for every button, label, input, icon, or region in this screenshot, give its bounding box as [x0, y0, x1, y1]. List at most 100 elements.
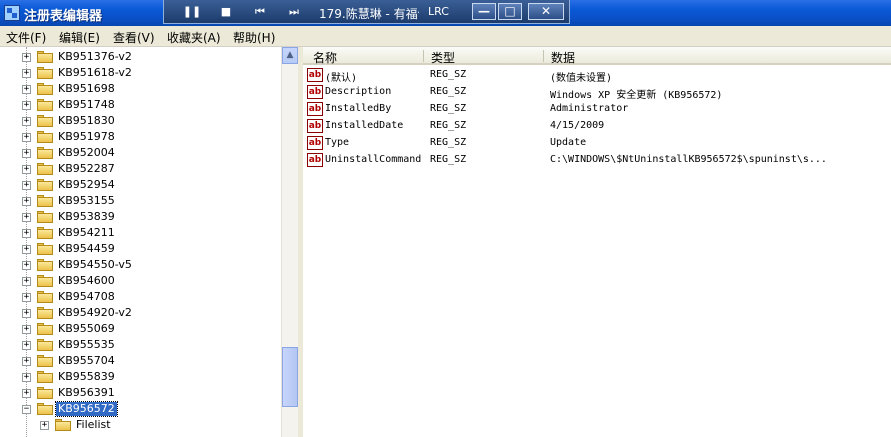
- previous-button[interactable]: ⏮: [248, 3, 272, 20]
- expand-toggle-icon[interactable]: +: [22, 261, 31, 270]
- tree-item-label[interactable]: KB954708: [56, 290, 117, 304]
- tree-item-label[interactable]: KB954211: [56, 226, 117, 240]
- tree-item[interactable]: + KB955069: [0, 321, 281, 337]
- pause-button[interactable]: ❚❚: [180, 3, 204, 20]
- tree-item-label[interactable]: KB953155: [56, 194, 117, 208]
- tree-item[interactable]: + KB953839: [0, 209, 281, 225]
- tree-item[interactable]: − KB956572: [0, 401, 281, 417]
- expand-toggle-icon[interactable]: +: [22, 213, 31, 222]
- tree-item[interactable]: + KB954920-v2: [0, 305, 281, 321]
- tree-item-label[interactable]: KB951376-v2: [56, 50, 134, 64]
- expand-toggle-icon[interactable]: +: [22, 101, 31, 110]
- tree-item[interactable]: + KB952004: [0, 145, 281, 161]
- tree-item[interactable]: + KB951376-v2: [0, 49, 281, 65]
- tree-item[interactable]: + KB951748: [0, 97, 281, 113]
- column-divider[interactable]: [543, 50, 544, 62]
- expand-toggle-icon[interactable]: +: [22, 389, 31, 398]
- expand-toggle-icon[interactable]: +: [22, 373, 31, 382]
- tree-item-label[interactable]: KB952004: [56, 146, 117, 160]
- menu-edit[interactable]: 编辑(E): [59, 29, 100, 46]
- expand-toggle-icon[interactable]: +: [22, 341, 31, 350]
- tree-item[interactable]: + KB954211: [0, 225, 281, 241]
- stop-button[interactable]: ■: [214, 3, 238, 20]
- minimize-button[interactable]: —: [472, 3, 496, 20]
- scroll-up-icon[interactable]: ▲: [282, 47, 298, 64]
- expand-toggle-icon[interactable]: +: [22, 325, 31, 334]
- value-row[interactable]: ab Type REG_SZ Update: [303, 135, 891, 152]
- value-row[interactable]: ab Description REG_SZ Windows XP 安全更新 (KB95…: [303, 84, 891, 101]
- expand-toggle-icon[interactable]: −: [22, 405, 31, 414]
- tree-item[interactable]: + KB954550-v5: [0, 257, 281, 273]
- tree-scrollbar[interactable]: ▲: [281, 47, 298, 437]
- tree-item[interactable]: + KB955839: [0, 369, 281, 385]
- expand-toggle-icon[interactable]: +: [22, 85, 31, 94]
- tree-item-label[interactable]: KB951830: [56, 114, 117, 128]
- tree-item-label[interactable]: KB955535: [56, 338, 117, 352]
- tree-item[interactable]: + KB952287: [0, 161, 281, 177]
- expand-toggle-icon[interactable]: +: [22, 149, 31, 158]
- registry-tree[interactable]: + KB951376-v2 + KB951618-v2 + KB951698 + KB9517…: [0, 47, 281, 437]
- tree-item[interactable]: + KB951978: [0, 129, 281, 145]
- tree-item[interactable]: + KB951618-v2: [0, 65, 281, 81]
- next-button[interactable]: ⏭: [282, 3, 306, 20]
- tree-item-label[interactable]: KB955704: [56, 354, 117, 368]
- tree-item-label[interactable]: KB955839: [56, 370, 117, 384]
- tree-item-label[interactable]: Filelist: [74, 418, 113, 432]
- expand-toggle-icon[interactable]: +: [22, 293, 31, 302]
- tree-item[interactable]: + KB956391: [0, 385, 281, 401]
- expand-toggle-icon[interactable]: +: [22, 357, 31, 366]
- tree-item-label[interactable]: KB953839: [56, 210, 117, 224]
- expand-toggle-icon[interactable]: +: [22, 229, 31, 238]
- expand-toggle-icon[interactable]: +: [22, 69, 31, 78]
- expand-toggle-icon[interactable]: +: [22, 133, 31, 142]
- expand-toggle-icon[interactable]: +: [22, 53, 31, 62]
- tree-item[interactable]: + KB955535: [0, 337, 281, 353]
- tree-item-label[interactable]: KB951618-v2: [56, 66, 134, 80]
- tree-item[interactable]: + KB954459: [0, 241, 281, 257]
- tree-item-label[interactable]: KB956572: [55, 401, 118, 417]
- tree-item-label[interactable]: KB952954: [56, 178, 117, 192]
- expand-toggle-icon[interactable]: +: [22, 117, 31, 126]
- value-row[interactable]: ab InstalledDate REG_SZ 4/15/2009: [303, 118, 891, 135]
- maximize-button[interactable]: □: [498, 3, 522, 20]
- column-type-header[interactable]: 类型: [431, 49, 455, 66]
- tree-item-label[interactable]: KB955069: [56, 322, 117, 336]
- tree-item-label[interactable]: KB951748: [56, 98, 117, 112]
- close-button[interactable]: ✕: [528, 3, 564, 20]
- tree-item[interactable]: + KB951698: [0, 81, 281, 97]
- tree-item[interactable]: + KB952954: [0, 177, 281, 193]
- tree-item-label[interactable]: KB954600: [56, 274, 117, 288]
- expand-toggle-icon[interactable]: +: [22, 245, 31, 254]
- tree-item-label[interactable]: KB954550-v5: [56, 258, 134, 272]
- tree-item-label[interactable]: KB954459: [56, 242, 117, 256]
- expand-toggle-icon[interactable]: +: [22, 181, 31, 190]
- tree-item[interactable]: + KB954708: [0, 289, 281, 305]
- tree-item-label[interactable]: KB951698: [56, 82, 117, 96]
- tree-item[interactable]: + KB954600: [0, 273, 281, 289]
- lyrics-button[interactable]: LRC: [428, 5, 449, 18]
- menu-help[interactable]: 帮助(H): [233, 29, 275, 46]
- value-row[interactable]: ab (默认) REG_SZ (数值未设置): [303, 67, 891, 84]
- tree-item-label[interactable]: KB951978: [56, 130, 117, 144]
- tree-item[interactable]: + Filelist: [0, 417, 281, 433]
- menu-favorites[interactable]: 收藏夹(A): [167, 29, 221, 46]
- value-row[interactable]: ab UninstallCommand REG_SZ C:\WINDOWS\$NtUn…: [303, 152, 891, 169]
- tree-item-label[interactable]: KB952287: [56, 162, 117, 176]
- tree-item-label[interactable]: KB956391: [56, 386, 117, 400]
- expand-toggle-icon[interactable]: +: [22, 197, 31, 206]
- tree-item-label[interactable]: KB954920-v2: [56, 306, 134, 320]
- tree-item[interactable]: + KB953155: [0, 193, 281, 209]
- column-name-header[interactable]: 名称: [313, 49, 337, 66]
- menu-view[interactable]: 查看(V): [113, 29, 155, 46]
- expand-toggle-icon[interactable]: +: [40, 421, 49, 430]
- menu-file[interactable]: 文件(F): [6, 29, 46, 46]
- column-divider[interactable]: [423, 50, 424, 62]
- expand-toggle-icon[interactable]: +: [22, 277, 31, 286]
- expand-toggle-icon[interactable]: +: [22, 309, 31, 318]
- scroll-thumb[interactable]: [282, 347, 298, 407]
- tree-item[interactable]: + KB955704: [0, 353, 281, 369]
- tree-item[interactable]: + KB951830: [0, 113, 281, 129]
- column-data-header[interactable]: 数据: [551, 49, 575, 66]
- value-row[interactable]: ab InstalledBy REG_SZ Administrator: [303, 101, 891, 118]
- expand-toggle-icon[interactable]: +: [22, 165, 31, 174]
